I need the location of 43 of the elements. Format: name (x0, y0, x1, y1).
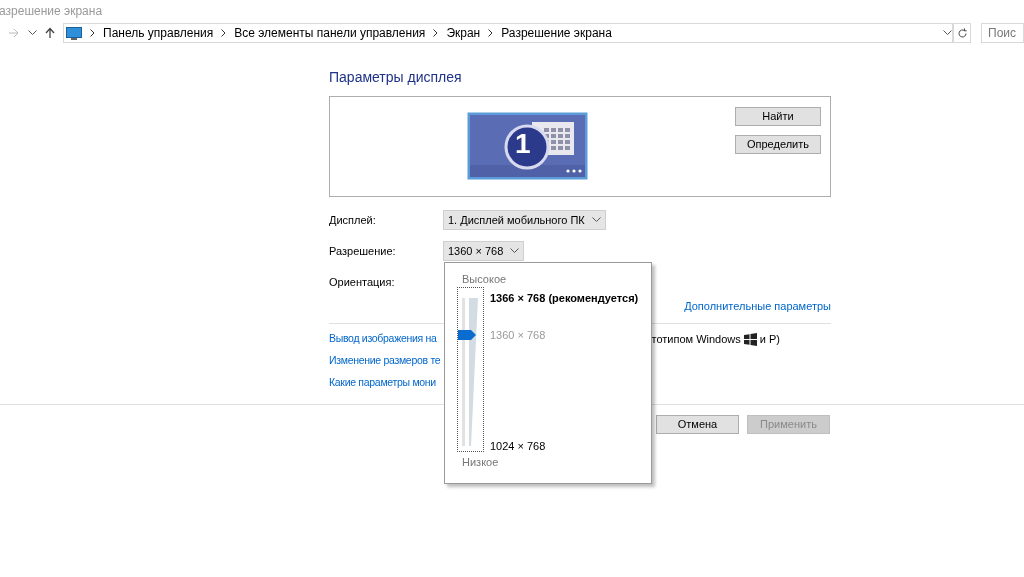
low-label: Низкое (462, 455, 500, 470)
advanced-settings-link[interactable]: Дополнительные параметры (684, 298, 831, 315)
monitor-icon (66, 26, 82, 40)
refresh-icon (956, 27, 968, 39)
recent-pages-icon (28, 30, 37, 36)
help-link-text: и P) (759, 331, 780, 347)
section-heading: Параметры дисплея (329, 68, 463, 87)
dropdown[interactable]: 1. Дисплей мобильного ПК (443, 210, 606, 230)
chevron-down-icon (510, 248, 520, 254)
field-label: Разрешение: (329, 243, 397, 259)
chevron-right-icon (90, 29, 95, 37)
breadcrumb-item[interactable]: Панель управления (103, 24, 214, 42)
refresh-button[interactable] (953, 23, 971, 43)
help-link[interactable]: Какие параметры мони (329, 375, 436, 391)
resolution-option[interactable]: 1366 × 768 (рекомендуется) (490, 290, 639, 307)
monitor-drawing[interactable] (467, 112, 588, 180)
up-arrow-icon[interactable] (45, 27, 55, 39)
breadcrumb-item[interactable]: Разрешение экрана (501, 24, 612, 42)
chevron-right-icon (433, 29, 439, 37)
breadcrumb-item[interactable]: Экран (446, 24, 481, 42)
chevron-down-icon (591, 217, 601, 223)
preview-button[interactable]: Найти (735, 107, 821, 126)
monitor-number: 1 (515, 130, 531, 158)
chevron-right-icon (221, 29, 227, 37)
help-link-text: тотипом Windows (651, 331, 741, 347)
resolution-option[interactable]: 1024 × 768 (490, 438, 546, 455)
history-dropdown-icon (943, 30, 952, 36)
dropdown[interactable]: 1360 × 768 (443, 241, 525, 261)
field-label: Ориентация: (329, 274, 396, 290)
preview-button[interactable]: Определить (735, 135, 821, 154)
dialog-button[interactable]: Отмена (656, 414, 739, 434)
breadcrumb-item[interactable]: Все элементы панели управления (234, 24, 426, 42)
field-label: Дисплей: (329, 212, 377, 228)
help-link[interactable]: Вывод изображения на (329, 331, 437, 347)
help-link[interactable]: Изменение размеров те (329, 353, 441, 369)
window-title: азрешение экрана (0, 3, 103, 20)
slider-thumb[interactable] (458, 330, 476, 340)
chevron-right-icon (488, 29, 494, 37)
search-field[interactable]: Поис (981, 23, 1024, 43)
resolution-slider[interactable] (457, 287, 484, 452)
high-label: Высокое (462, 272, 508, 287)
windows-logo-icon (743, 332, 757, 346)
address-bar[interactable]: Панель управления Все элементы панели управления Экран Разрешение экрана (63, 23, 953, 43)
